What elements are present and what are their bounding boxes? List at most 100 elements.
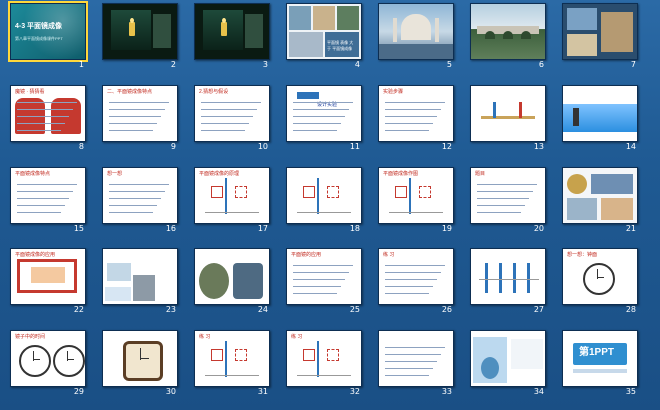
slide-preview[interactable]: 想一想：钟面 xyxy=(562,248,638,305)
slide-text: 4-3 平面镜成像 xyxy=(15,23,63,30)
slide-text: 练 习 xyxy=(199,334,211,340)
slide-preview[interactable]: 平面镜的应用 xyxy=(286,248,362,305)
slide-thumbnail-10[interactable]: 2.猜想与假设 10 xyxy=(190,85,270,157)
slide-thumbnail-2[interactable]: 2 xyxy=(98,3,178,75)
slide-preview[interactable]: 设计实验 xyxy=(286,85,362,142)
slide-thumbnail-21[interactable]: 21 xyxy=(558,167,638,239)
slide-number: 4 xyxy=(354,60,360,69)
slide-thumbnail-33[interactable]: 33 xyxy=(374,330,454,402)
slide-preview[interactable]: 4-3 平面镜成像 第八章平面镜成像课件PPT xyxy=(8,1,88,62)
slide-number: 32 xyxy=(349,387,360,396)
slide-thumbnail-3[interactable]: 3 xyxy=(190,3,270,75)
slide-text: 想一想 xyxy=(107,171,123,177)
slide-thumbnail-12[interactable]: 实验步骤 12 xyxy=(374,85,454,157)
slide-preview[interactable]: 二、平面镜成像特点 xyxy=(102,85,178,142)
slide-text: 2.猜想与假设 xyxy=(199,89,229,95)
slide-preview[interactable] xyxy=(562,3,638,60)
slide-preview[interactable]: 魔镜 · 猜猜看 xyxy=(10,85,86,142)
slide-text: 题目 xyxy=(475,171,486,177)
slide-thumbnail-17[interactable]: 平面镜成像的原理 17 xyxy=(190,167,270,239)
slide-thumbnail-31[interactable]: 练 习 31 xyxy=(190,330,270,402)
slide-preview[interactable]: 平面镜 表像 大于 平面镜成像 xyxy=(286,3,362,60)
slide-preview[interactable]: 镜子中的时间 xyxy=(10,330,86,387)
slide-thumbnail-4[interactable]: 平面镜 表像 大于 平面镜成像 4 xyxy=(282,3,362,75)
slide-thumbnail-11[interactable]: 设计实验 11 xyxy=(282,85,362,157)
slide-thumbnail-7[interactable]: 7 xyxy=(558,3,638,75)
slide-number: 30 xyxy=(165,387,176,396)
slide-text: 平面镜成像作图 xyxy=(383,171,419,177)
slide-sorter-grid: 4-3 平面镜成像 第八章平面镜成像课件PPT 1 2 3 平面镜 表像 大于 平面镜成像… xyxy=(0,0,660,410)
slide-preview[interactable]: 平面镜成像的应用 xyxy=(10,248,86,305)
slide-number: 13 xyxy=(533,142,544,151)
slide-preview[interactable] xyxy=(102,248,178,305)
slide-text: 二、平面镜成像特点 xyxy=(107,89,153,95)
slide-thumbnail-19[interactable]: 平面镜成像作图 19 xyxy=(374,167,454,239)
slide-thumbnail-16[interactable]: 想一想 16 xyxy=(98,167,178,239)
slide-thumbnail-35[interactable]: 第1PPT 35 xyxy=(558,330,638,402)
slide-preview[interactable]: 2.猜想与假设 xyxy=(194,85,270,142)
slide-preview[interactable]: 练 习 xyxy=(286,330,362,387)
slide-number: 8 xyxy=(78,142,84,151)
slide-thumbnail-27[interactable]: 27 xyxy=(466,248,546,320)
slide-number: 15 xyxy=(73,224,84,233)
slide-thumbnail-24[interactable]: 24 xyxy=(190,248,270,320)
slide-thumbnail-8[interactable]: 魔镜 · 猜猜看 8 xyxy=(6,85,86,157)
slide-preview[interactable] xyxy=(470,330,546,387)
slide-preview[interactable]: 想一想 xyxy=(102,167,178,224)
slide-text: 平面镜成像特点 xyxy=(15,171,51,177)
slide-number: 26 xyxy=(441,305,452,314)
slide-text: 平面镜成像的原理 xyxy=(199,171,240,177)
slide-number: 31 xyxy=(257,387,268,396)
slide-preview[interactable] xyxy=(378,3,454,60)
slide-preview[interactable] xyxy=(102,3,178,60)
slide-preview[interactable] xyxy=(470,3,546,60)
slide-preview[interactable] xyxy=(470,85,546,142)
slide-preview[interactable] xyxy=(562,85,638,142)
slide-number: 18 xyxy=(349,224,360,233)
slide-thumbnail-9[interactable]: 二、平面镜成像特点 9 xyxy=(98,85,178,157)
slide-number: 33 xyxy=(441,387,452,396)
slide-preview[interactable]: 实验步骤 xyxy=(378,85,454,142)
slide-thumbnail-20[interactable]: 题目 20 xyxy=(466,167,546,239)
slide-thumbnail-32[interactable]: 练 习 32 xyxy=(282,330,362,402)
slide-preview[interactable] xyxy=(194,248,270,305)
slide-preview[interactable]: 平面镜成像作图 xyxy=(378,167,454,224)
slide-thumbnail-29[interactable]: 镜子中的时间 29 xyxy=(6,330,86,402)
slide-thumbnail-22[interactable]: 平面镜成像的应用 22 xyxy=(6,248,86,320)
slide-text: 平面镜 表像 大于 平面镜成像 xyxy=(327,40,354,51)
slide-preview[interactable] xyxy=(562,167,638,224)
slide-preview[interactable] xyxy=(286,167,362,224)
slide-thumbnail-1[interactable]: 4-3 平面镜成像 第八章平面镜成像课件PPT 1 xyxy=(6,1,88,75)
slide-number: 34 xyxy=(533,387,544,396)
slide-preview[interactable] xyxy=(378,330,454,387)
slide-preview[interactable] xyxy=(470,248,546,305)
slide-number: 11 xyxy=(349,142,360,151)
slide-number: 7 xyxy=(630,60,636,69)
slide-thumbnail-6[interactable]: 6 xyxy=(466,3,546,75)
slide-thumbnail-18[interactable]: 18 xyxy=(282,167,362,239)
slide-preview[interactable]: 第1PPT xyxy=(562,330,638,387)
slide-thumbnail-26[interactable]: 练 习 26 xyxy=(374,248,454,320)
slide-thumbnail-34[interactable]: 34 xyxy=(466,330,546,402)
slide-thumbnail-5[interactable]: 5 xyxy=(374,3,454,75)
slide-preview[interactable]: 平面镜成像的原理 xyxy=(194,167,270,224)
slide-preview[interactable]: 题目 xyxy=(470,167,546,224)
slide-number: 5 xyxy=(446,60,452,69)
slide-number: 2 xyxy=(170,60,176,69)
slide-preview[interactable] xyxy=(102,330,178,387)
slide-preview[interactable]: 平面镜成像特点 xyxy=(10,167,86,224)
slide-preview[interactable] xyxy=(194,3,270,60)
slide-thumbnail-14[interactable]: 14 xyxy=(558,85,638,157)
slide-thumbnail-25[interactable]: 平面镜的应用 25 xyxy=(282,248,362,320)
slide-thumbnail-28[interactable]: 想一想：钟面 28 xyxy=(558,248,638,320)
slide-number: 6 xyxy=(538,60,544,69)
slide-number: 16 xyxy=(165,224,176,233)
slide-thumbnail-13[interactable]: 13 xyxy=(466,85,546,157)
slide-thumbnail-30[interactable]: 30 xyxy=(98,330,178,402)
slide-thumbnail-15[interactable]: 平面镜成像特点 15 xyxy=(6,167,86,239)
slide-text: 想一想：钟面 xyxy=(567,252,598,258)
slide-preview[interactable]: 练 习 xyxy=(378,248,454,305)
slide-preview[interactable]: 练 习 xyxy=(194,330,270,387)
slide-thumbnail-23[interactable]: 23 xyxy=(98,248,178,320)
slide-number: 35 xyxy=(625,387,636,396)
